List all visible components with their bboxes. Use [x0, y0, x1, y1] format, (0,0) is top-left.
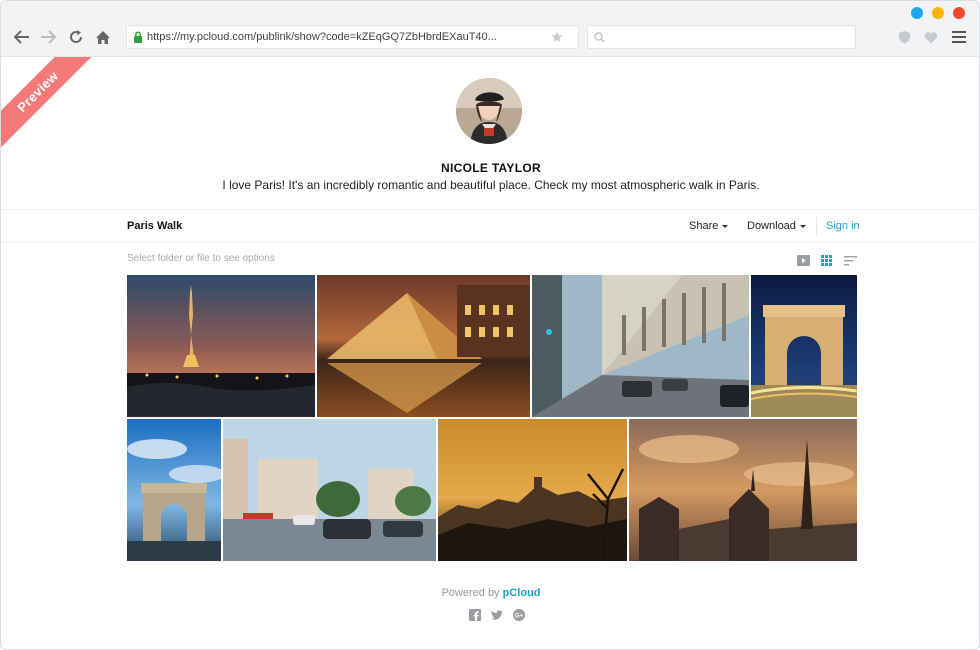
divider-toolbar [1, 242, 979, 243]
download-label: Download [747, 220, 796, 232]
photo-louvre-pyramid[interactable] [317, 275, 530, 417]
back-icon[interactable] [12, 27, 32, 47]
profile-bio: I love Paris! It's an incredibly romanti… [222, 178, 760, 192]
folder-title: Paris Walk [127, 220, 183, 232]
divider-top [1, 209, 979, 210]
photo-arc-de-triomphe-night[interactable] [751, 275, 857, 417]
chevron-down-icon [722, 224, 729, 228]
home-icon[interactable] [93, 27, 113, 47]
search-icon [594, 31, 605, 43]
photo-eiffel-tower[interactable] [127, 275, 315, 417]
photo-arc-de-triomphe-sky[interactable] [127, 419, 221, 561]
photo-paris-street[interactable] [532, 275, 749, 417]
selection-hint: Select folder or file to see options [127, 253, 275, 264]
photo-paris-golden-fog[interactable] [438, 419, 627, 561]
address-bar[interactable]: https://my.pcloud.com/publink/show?code=… [126, 25, 579, 49]
share-button[interactable]: Share [689, 220, 729, 232]
heart-icon[interactable] [921, 27, 941, 47]
preview-ribbon-label: Preview [1, 57, 101, 155]
powered-by-label: Powered by [441, 587, 500, 599]
sort-icon[interactable] [844, 253, 858, 266]
photo-paris-boulevard[interactable] [223, 419, 436, 561]
bookmark-star-icon[interactable] [551, 31, 563, 43]
share-label: Share [689, 220, 719, 232]
toolbar-separator [816, 217, 817, 235]
window-dot-blue[interactable] [911, 7, 923, 19]
social-links: G+ [469, 608, 525, 621]
forward-icon[interactable] [38, 27, 58, 47]
slideshow-icon[interactable] [797, 253, 811, 266]
chevron-down-icon [799, 224, 806, 228]
reload-icon[interactable] [66, 27, 86, 47]
lock-icon [133, 31, 143, 43]
facebook-icon[interactable] [469, 608, 481, 621]
twitter-icon[interactable] [491, 608, 503, 620]
pcloud-link[interactable]: pCloud [503, 587, 541, 599]
preview-ribbon: Preview [1, 57, 101, 157]
browser-window: https://my.pcloud.com/publink/show?code=… [0, 0, 980, 650]
browser-toolbar: https://my.pcloud.com/publink/show?code=… [1, 1, 979, 57]
menu-icon[interactable] [949, 27, 969, 47]
profile-name: NICOLE TAYLOR [441, 161, 541, 175]
google-plus-icon[interactable]: G+ [513, 608, 525, 621]
svg-text:G+: G+ [515, 613, 524, 620]
shield-icon[interactable] [894, 27, 914, 47]
search-input[interactable] [609, 31, 849, 43]
url-text: https://my.pcloud.com/publink/show?code=… [147, 31, 497, 43]
window-dot-yellow[interactable] [932, 7, 944, 19]
window-dot-red[interactable] [953, 7, 965, 19]
search-bar[interactable] [587, 25, 856, 49]
grid-view-icon[interactable] [821, 253, 835, 266]
download-button[interactable]: Download [747, 220, 806, 232]
window-controls [911, 7, 965, 19]
powered-by: Powered by pCloud [1, 587, 979, 599]
avatar [456, 78, 522, 144]
photo-notre-dame[interactable] [629, 419, 857, 561]
sign-in-link[interactable]: Sign in [826, 220, 860, 232]
